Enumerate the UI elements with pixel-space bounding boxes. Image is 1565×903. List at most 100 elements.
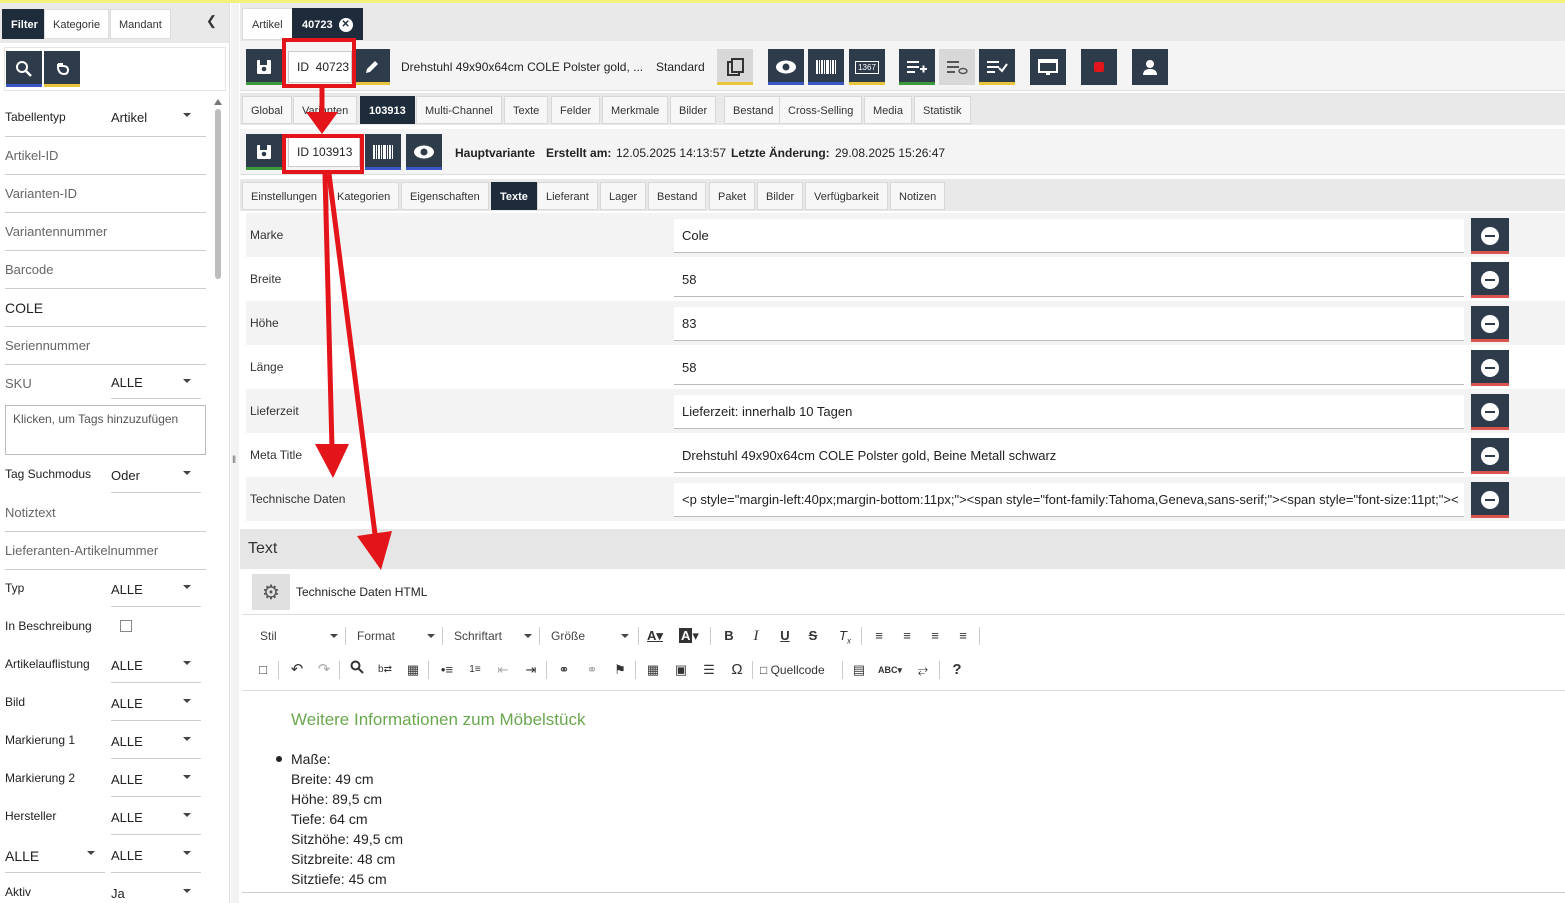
image-icon[interactable]: ▣ <box>670 659 692 681</box>
variant-barcode-button[interactable] <box>365 134 401 170</box>
replace-icon[interactable]: b⇄ <box>374 659 396 681</box>
source-button[interactable]: □ Quellcode <box>760 659 825 681</box>
remove-field-button[interactable] <box>1471 306 1509 342</box>
align-right-icon[interactable]: ≡ <box>924 625 946 647</box>
field-input-hoehe[interactable]: 83 <box>674 307 1464 341</box>
artikel-id-field[interactable]: Artikel-ID <box>5 148 58 163</box>
show-blocks-icon[interactable]: ▤ <box>848 659 870 681</box>
tab-cross-selling[interactable]: Cross-Selling <box>779 96 863 124</box>
sidebar-scrollbar[interactable] <box>214 99 222 899</box>
tab-verfuegbarkeit[interactable]: Verfügbarkeit <box>805 182 888 210</box>
text-color-icon[interactable]: A▾ <box>644 625 666 647</box>
notiztext-field[interactable]: Notiztext <box>5 505 56 520</box>
select-all-icon[interactable]: ▦ <box>402 659 424 681</box>
new-page-icon[interactable]: □ <box>252 659 274 681</box>
field-input-technische-daten[interactable]: <p style="margin-left:40px;margin-bottom… <box>674 483 1464 517</box>
field-input-laenge[interactable]: 58 <box>674 351 1464 385</box>
close-icon[interactable]: ✕ <box>338 18 353 33</box>
tags-input[interactable]: Klicken, um Tags hinzuzufügen <box>5 405 206 455</box>
variant-preview-button[interactable] <box>406 134 442 170</box>
tab-eigenschaften[interactable]: Eigenschaften <box>401 182 489 210</box>
tab-media[interactable]: Media <box>864 96 912 124</box>
search-text-input[interactable]: COLE <box>5 300 43 316</box>
markierung2-select[interactable]: ALLE <box>111 769 201 797</box>
tab-bilder-variant[interactable]: Bilder <box>757 182 804 210</box>
underline-icon[interactable]: U <box>774 625 796 647</box>
tab-paket[interactable]: Paket <box>709 182 756 210</box>
tab-variant-103913[interactable]: 103913 <box>360 96 415 124</box>
help-icon[interactable]: ? <box>946 659 968 681</box>
field-input-marke[interactable]: Cole <box>674 219 1464 253</box>
link-icon[interactable]: ⚭ <box>553 659 575 681</box>
undo-icon[interactable]: ↶ <box>286 659 308 681</box>
alle-left-select[interactable]: ALLE <box>5 845 105 873</box>
barcode-button[interactable] <box>808 49 844 85</box>
style-combo[interactable]: Stil <box>254 625 342 647</box>
tab-global[interactable]: Global <box>242 96 292 124</box>
remove-field-button[interactable] <box>1471 218 1509 254</box>
remove-field-button[interactable] <box>1471 262 1509 298</box>
list-check-button[interactable] <box>979 49 1015 85</box>
tab-multi-channel[interactable]: Multi-Channel <box>416 96 502 124</box>
tab-einstellungen[interactable]: Einstellungen <box>242 182 327 210</box>
panel-splitter[interactable]: ‖ <box>231 3 239 903</box>
indent-icon[interactable]: ⇥ <box>520 659 542 681</box>
tab-filter[interactable]: Filter <box>2 9 47 39</box>
tab-bestand-variant[interactable]: Bestand <box>648 182 707 210</box>
bold-icon[interactable]: B <box>718 625 740 647</box>
user-button[interactable] <box>1132 49 1168 85</box>
record-button[interactable] <box>1081 49 1117 85</box>
align-center-icon[interactable]: ≡ <box>896 625 918 647</box>
tab-bilder[interactable]: Bilder <box>670 96 717 124</box>
tag-suchmodus-select[interactable]: Oder <box>111 465 201 493</box>
tab-texte-variant[interactable]: Texte <box>491 182 537 210</box>
copy-button[interactable] <box>717 49 753 85</box>
remove-field-button[interactable] <box>1471 482 1509 518</box>
in-beschreibung-checkbox[interactable] <box>120 620 132 632</box>
anchor-flag-icon[interactable]: ⚑ <box>609 659 631 681</box>
scrollbar-thumb[interactable] <box>215 109 221 279</box>
reset-button[interactable] <box>44 51 80 87</box>
tab-notizen[interactable]: Notizen <box>890 182 946 210</box>
field-input-lieferzeit[interactable]: Lieferzeit: innerhalb 10 Tagen <box>674 395 1464 429</box>
list-view-button[interactable] <box>939 49 975 85</box>
remove-field-button[interactable] <box>1471 350 1509 386</box>
edit-button[interactable] <box>354 49 390 85</box>
variant-save-button[interactable] <box>246 134 282 170</box>
variantennummer-field[interactable]: Variantennummer <box>5 224 107 239</box>
align-justify-icon[interactable]: ≡ <box>952 625 974 647</box>
special-char-icon[interactable]: Ω <box>726 659 748 681</box>
table-icon[interactable]: ▦ <box>642 659 664 681</box>
maximize-icon[interactable]: ⥂ <box>912 659 934 681</box>
find-icon[interactable] <box>346 659 368 681</box>
remove-field-button[interactable] <box>1471 438 1509 474</box>
remove-format-icon[interactable]: Tx <box>834 625 856 647</box>
markierung1-select[interactable]: ALLE <box>111 731 201 759</box>
tab-statistik[interactable]: Statistik <box>914 96 971 124</box>
field-input-breite[interactable]: 58 <box>674 263 1464 297</box>
tab-lieferant[interactable]: Lieferant <box>537 182 598 210</box>
outdent-icon[interactable]: ⇤ <box>492 659 514 681</box>
redo-icon[interactable]: ↷ <box>313 659 335 681</box>
tab-varianten[interactable]: Varianten <box>293 96 358 124</box>
save-button[interactable] <box>246 49 282 85</box>
tab-artikel[interactable]: Artikel <box>242 8 293 40</box>
spellcheck-icon[interactable]: ABC▾ <box>878 659 902 681</box>
number-badge-button[interactable]: 1367 <box>849 49 885 85</box>
bg-color-icon[interactable]: A ▾ <box>678 625 700 647</box>
strikethrough-icon[interactable]: S <box>802 625 824 647</box>
editor-content[interactable]: Weitere Informationen zum Möbelstück Maß… <box>242 693 1565 893</box>
tab-kategorie[interactable]: Kategorie <box>44 9 110 39</box>
bild-select[interactable]: ALLE <box>111 693 201 721</box>
unlink-icon[interactable]: ⚭ <box>581 659 603 681</box>
horizontal-line-icon[interactable]: ☰ <box>698 659 720 681</box>
tab-texte[interactable]: Texte <box>504 96 549 124</box>
chevron-left-icon[interactable]: ❮ <box>206 13 217 29</box>
tabellentyp-select[interactable]: Artikel <box>111 107 201 137</box>
tab-merkmale[interactable]: Merkmale <box>602 96 669 124</box>
screen-button[interactable] <box>1030 49 1066 85</box>
size-combo[interactable]: Größe <box>545 625 633 647</box>
lieferanten-artikelnummer-field[interactable]: Lieferanten-Artikelnummer <box>5 543 158 558</box>
format-combo[interactable]: Format <box>351 625 439 647</box>
bulleted-list-icon[interactable]: •≡ <box>436 659 458 681</box>
